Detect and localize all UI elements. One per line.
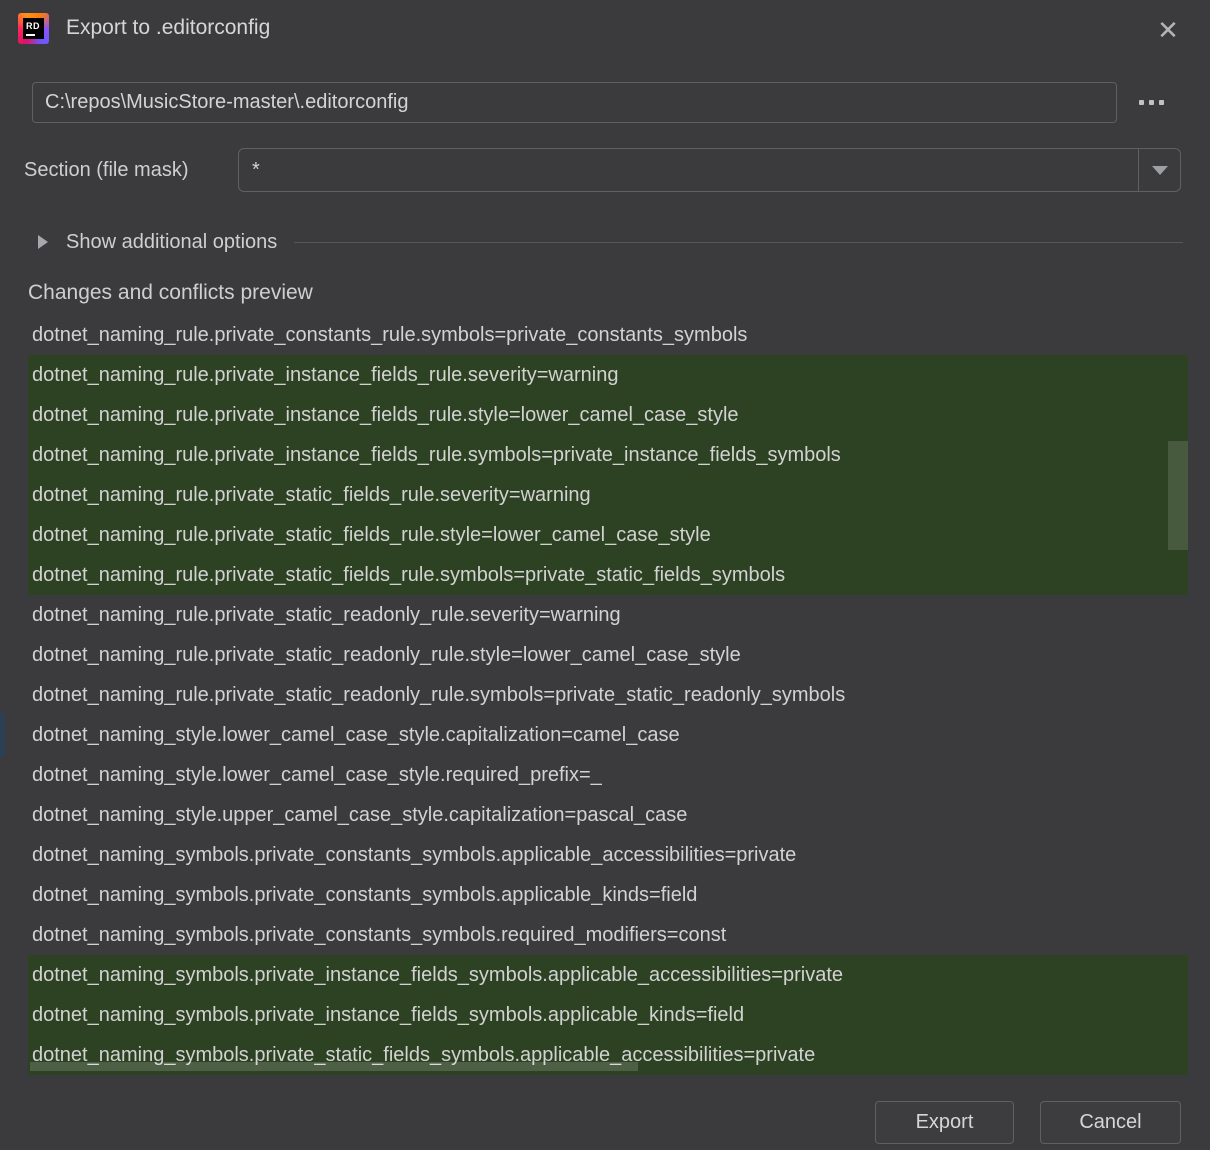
config-line[interactable]: dotnet_naming_symbols.private_constants_…: [28, 915, 1188, 955]
config-line[interactable]: dotnet_naming_rule.private_static_readon…: [28, 635, 1188, 675]
config-line[interactable]: dotnet_naming_symbols.private_constants_…: [28, 875, 1188, 915]
collapsed-triangle-icon: [38, 235, 48, 249]
config-line[interactable]: dotnet_naming_rule.private_static_fields…: [28, 555, 1188, 595]
window-edge-accent: [0, 713, 5, 757]
file-mask-value: *: [239, 159, 1138, 182]
path-row: [32, 82, 1178, 123]
config-line[interactable]: dotnet_naming_rule.private_instance_fiel…: [28, 355, 1188, 395]
config-line[interactable]: dotnet_naming_rule.private_static_fields…: [28, 515, 1188, 555]
rider-logo-underscore: [26, 34, 35, 36]
config-line[interactable]: dotnet_naming_rule.private_static_readon…: [28, 595, 1188, 635]
title-bar: RD Export to .editorconfig ✕: [0, 0, 1210, 60]
rider-logo-icon: RD: [18, 13, 49, 44]
config-line[interactable]: dotnet_naming_rule.private_constants_rul…: [28, 315, 1188, 355]
show-additional-options-toggle[interactable]: Show additional options: [38, 229, 1183, 255]
dialog-title: Export to .editorconfig: [66, 16, 270, 40]
horizontal-scrollbar-thumb[interactable]: [30, 1062, 638, 1071]
ellipsis-dot: [1149, 100, 1154, 105]
browse-ellipsis-button[interactable]: [1135, 92, 1168, 113]
config-line[interactable]: dotnet_naming_symbols.private_instance_f…: [28, 995, 1188, 1035]
ellipsis-dot: [1159, 100, 1164, 105]
rider-logo-text: RD: [26, 22, 40, 31]
separator-line: [294, 242, 1183, 243]
changes-list: dotnet_naming_rule.private_constants_rul…: [28, 315, 1188, 1075]
export-editorconfig-dialog: RD Export to .editorconfig ✕ Section (fi…: [0, 0, 1210, 1150]
combobox-dropdown-button[interactable]: [1138, 149, 1180, 191]
config-line[interactable]: dotnet_naming_style.upper_camel_case_sty…: [28, 795, 1188, 835]
vertical-scrollbar-thumb[interactable]: [1168, 441, 1188, 550]
config-line[interactable]: dotnet_naming_rule.private_static_fields…: [28, 475, 1188, 515]
config-line[interactable]: dotnet_naming_symbols.private_instance_f…: [28, 955, 1188, 995]
show-additional-options-label: Show additional options: [66, 231, 277, 254]
config-line[interactable]: dotnet_naming_rule.private_instance_fiel…: [28, 395, 1188, 435]
changes-preview-heading: Changes and conflicts preview: [28, 281, 313, 305]
section-row: Section (file mask) *: [24, 148, 1181, 192]
config-line[interactable]: dotnet_naming_style.lower_camel_case_sty…: [28, 715, 1188, 755]
config-line[interactable]: dotnet_naming_symbols.private_constants_…: [28, 835, 1188, 875]
section-file-mask-label: Section (file mask): [24, 159, 238, 182]
config-line[interactable]: dotnet_naming_rule.private_static_readon…: [28, 675, 1188, 715]
footer: Export Cancel: [0, 1101, 1210, 1144]
export-button[interactable]: Export: [875, 1101, 1014, 1144]
chevron-down-icon: [1152, 166, 1168, 175]
close-icon[interactable]: ✕: [1148, 10, 1188, 50]
cancel-button[interactable]: Cancel: [1040, 1101, 1181, 1144]
ellipsis-dot: [1139, 100, 1144, 105]
config-line[interactable]: dotnet_naming_rule.private_instance_fiel…: [28, 435, 1188, 475]
config-line[interactable]: dotnet_naming_style.lower_camel_case_sty…: [28, 755, 1188, 795]
file-mask-combobox[interactable]: *: [238, 148, 1181, 192]
editorconfig-path-input[interactable]: [32, 82, 1117, 123]
